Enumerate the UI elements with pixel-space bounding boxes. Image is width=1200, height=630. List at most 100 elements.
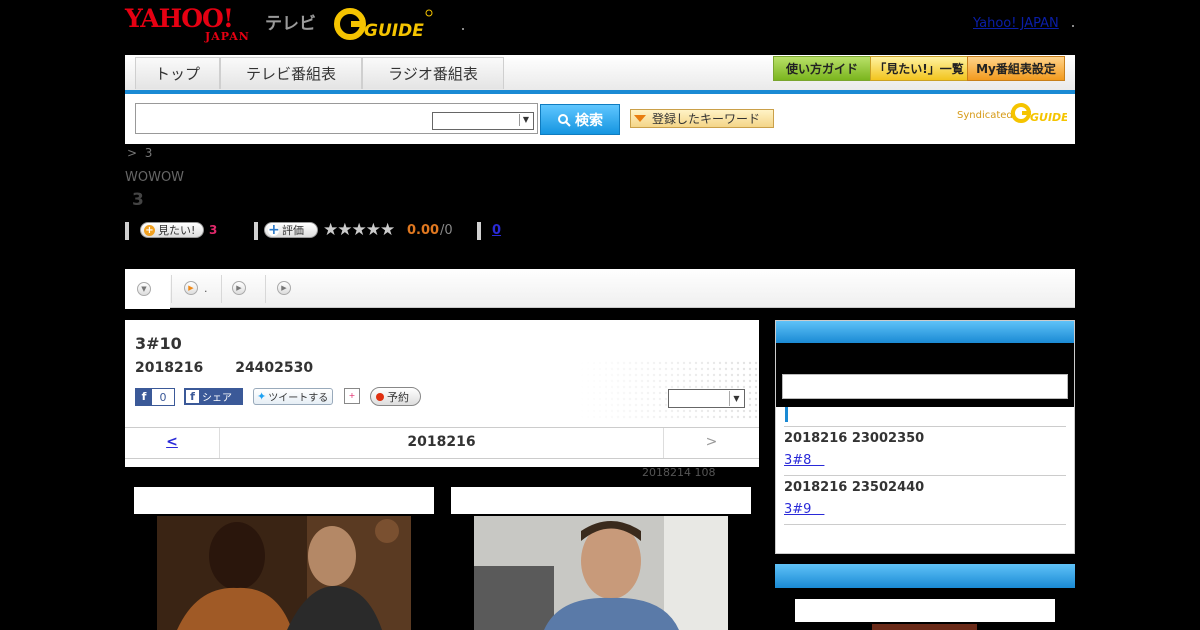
divider-dot <box>462 28 464 30</box>
episode-select[interactable]: ▼ <box>668 389 745 408</box>
divider <box>254 222 258 240</box>
program-title: 3 <box>132 190 144 210</box>
twitter-bird-icon: ✦ <box>257 390 267 403</box>
rate-button-label: 評価 <box>282 224 304 237</box>
episode-panel: 3#10 2018216 24402530 f 0 f シェア ✦ ツイートする … <box>125 320 759 467</box>
episode-photo-2[interactable] <box>474 516 728 630</box>
reserve-recording-button[interactable]: 予約 <box>370 387 421 406</box>
list-item-link[interactable]: 3#8 <box>784 449 1066 468</box>
tab-1[interactable]: ▼ <box>125 269 170 309</box>
search-category-select[interactable]: ▼ <box>432 112 534 130</box>
search-button-label: 検索 <box>575 112 603 129</box>
facebook-like-count: 0 <box>159 390 167 404</box>
search-button[interactable]: 検索 <box>540 104 620 135</box>
nav-tab-tv-listings[interactable]: テレビ番組表 <box>220 57 362 89</box>
list-item-link[interactable]: 3#9 <box>784 498 1066 517</box>
record-icon <box>376 392 384 401</box>
next-date-link[interactable]: > <box>663 428 759 458</box>
nav-tab-radio-listings[interactable]: ラジオ番組表 <box>362 57 504 89</box>
episode-photo-1-image <box>157 516 411 630</box>
tweet-button[interactable]: ✦ ツイートする <box>253 388 333 405</box>
sidebar-input[interactable] <box>782 374 1068 399</box>
sidebar2-photo[interactable] <box>872 624 977 630</box>
calendar-add-icon[interactable]: + <box>344 388 360 404</box>
date-navigation: < 2018216 > <box>125 427 759 459</box>
facebook-share-label: シェア <box>202 393 232 404</box>
nav-tab-top[interactable]: トップ <box>135 57 220 89</box>
gguide-small-logo-icon: GUIDE <box>1011 103 1067 124</box>
divider-dot <box>1072 25 1074 27</box>
chevron-down-icon: ▼ <box>137 282 151 296</box>
want-list-button[interactable]: 「見たい!」一覧 <box>870 56 968 81</box>
sidebar2-label <box>795 599 1055 622</box>
play-icon: ▶ <box>277 281 291 295</box>
program-tabs: ▼ ▶ . ▶ ▶ <box>125 269 1075 309</box>
facebook-icon: f <box>136 389 152 405</box>
list-item: 2018216 23002350 3#8 <box>784 426 1066 468</box>
thumbnail-label <box>134 487 434 514</box>
plus-icon: + <box>268 221 280 238</box>
want-button[interactable]: + 見たい! <box>140 222 204 238</box>
previous-date-link[interactable]: < <box>125 428 220 458</box>
want-button-label: 見たい! <box>158 224 196 237</box>
broadcast-info: 2018214 108 <box>642 466 716 479</box>
sidebar-panel: 2018216 23002350 3#8 2018216 23502440 3#… <box>775 320 1075 554</box>
yahoo-japan-link[interactable]: Yahoo! JAPAN <box>973 16 1059 31</box>
review-count-link[interactable]: 0 <box>492 223 501 238</box>
breadcrumb-separator: > <box>127 146 138 160</box>
episode-title: 3#10 <box>135 334 182 353</box>
divider <box>125 222 129 240</box>
want-count: 3 <box>209 223 218 237</box>
chevron-down-icon: ▼ <box>519 114 532 126</box>
list-item-time: 2018216 23002350 <box>784 431 925 446</box>
thumbnail-label <box>451 487 751 514</box>
nav-tabs: トップ テレビ番組表 ラジオ番組表 <box>135 57 504 90</box>
registered-keywords-label: 登録したキーワード <box>652 112 761 126</box>
yahoo-japan-logo[interactable]: YAHOO! JAPAN <box>125 6 260 43</box>
gguide-small-logo-text: GUIDE <box>1030 111 1067 124</box>
yahoo-logo-sub: JAPAN <box>205 30 250 43</box>
sidebar-section-marker <box>785 407 788 422</box>
tv-label: テレビ <box>265 14 316 34</box>
tweet-button-label: ツイートする <box>268 393 329 404</box>
tab-4[interactable]: ▶ <box>265 269 310 307</box>
syndicated-label: Syndicated <box>957 110 1013 121</box>
gguide-logo-icon: GUIDE <box>334 8 433 41</box>
episode-datetime: 2018216 24402530 <box>135 360 313 376</box>
gguide-logo[interactable]: GUIDE <box>334 6 434 42</box>
episode-photo-1[interactable] <box>157 516 411 630</box>
episode-date: 2018216 <box>135 360 204 376</box>
list-item-time: 2018216 23502440 <box>784 480 925 495</box>
tab-2[interactable]: ▶ . <box>172 269 222 307</box>
triangle-down-icon <box>634 115 646 122</box>
search-bar: ▼ 検索 登録したキーワード Syndicated GUIDE <box>125 94 1075 144</box>
sidebar2-header <box>775 564 1075 588</box>
rate-button[interactable]: + 評価 <box>264 222 318 238</box>
divider <box>477 222 481 240</box>
plus-icon: + <box>144 224 155 236</box>
channel-name: WOWOW <box>125 170 185 185</box>
gguide-logo-text: GUIDE <box>364 21 424 41</box>
facebook-icon: f <box>186 390 199 403</box>
episode-photo-2-image <box>474 516 728 630</box>
play-icon: ▶ <box>184 281 198 295</box>
play-icon: ▶ <box>232 281 246 295</box>
rating-stars: ★★★★★ <box>323 220 395 240</box>
reserve-recording-label: 予約 <box>387 390 409 404</box>
registered-keywords-button[interactable]: 登録したキーワード <box>630 109 774 128</box>
facebook-like-button[interactable]: f 0 <box>135 388 175 406</box>
tab-3[interactable]: ▶ <box>220 269 265 307</box>
facebook-share-button[interactable]: f シェア <box>184 388 243 405</box>
list-item: 2018216 23502440 3#9 <box>784 475 1066 517</box>
breadcrumb: > 3 <box>127 146 152 160</box>
breadcrumb-item[interactable]: 3 <box>145 146 153 160</box>
usage-guide-button[interactable]: 使い方ガイド <box>773 56 871 81</box>
rating-value: 0.00 <box>407 223 440 238</box>
rating-count: /0 <box>440 223 453 238</box>
sidebar-header <box>776 321 1074 343</box>
tab-2-label: . <box>204 281 208 295</box>
my-listings-settings-button[interactable]: My番組表設定 <box>967 56 1065 81</box>
episode-time: 24402530 <box>235 360 314 376</box>
current-date: 2018216 <box>407 434 476 450</box>
main-navigation: トップ テレビ番組表 ラジオ番組表 使い方ガイド 「見たい!」一覧 My番組表設… <box>125 55 1075 94</box>
